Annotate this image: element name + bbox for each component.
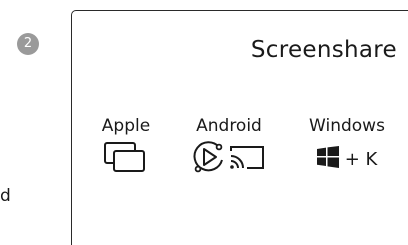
panel-title: Screenshare <box>250 37 397 63</box>
platform-android: Android <box>189 116 269 176</box>
screenshare-slide: 2 d Screenshare Apple Android Windows + … <box>0 0 408 245</box>
platform-apple: Apple <box>96 116 156 176</box>
play-circle-icon <box>191 140 227 178</box>
platform-label-android: Android <box>196 116 262 136</box>
platform-label-apple: Apple <box>101 116 151 136</box>
cast-icon <box>227 142 267 176</box>
side-caption: d <box>0 186 11 206</box>
screen-mirroring-icon <box>102 140 150 178</box>
platform-label-windows: Windows <box>309 116 385 136</box>
step-number-badge: 2 <box>17 33 39 55</box>
windows-logo-icon <box>316 146 339 172</box>
platform-windows: Windows + K <box>307 116 387 176</box>
shortcut-plus-k: + K <box>344 148 378 170</box>
screenshare-panel: Screenshare Apple Android Windows + K <box>71 10 408 245</box>
